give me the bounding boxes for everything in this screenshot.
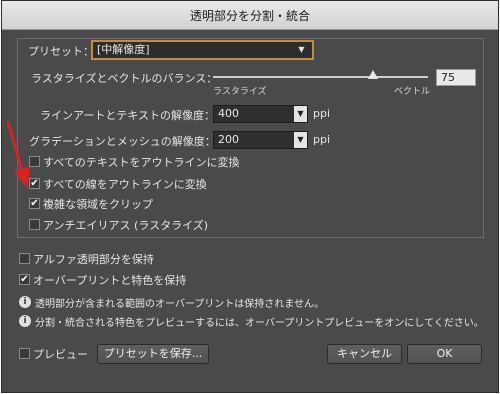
checkmark-icon: ✔: [20, 274, 29, 285]
annotation-arrow-head: [14, 167, 30, 188]
preset-dropdown[interactable]: [中解像度] ▼: [91, 40, 314, 60]
option-label-outline-text: すべてのテキストをアウトラインに変換: [43, 156, 240, 169]
slider-left-label: ラスタライズ: [213, 87, 267, 97]
checkbox-preserve-overprint[interactable]: ✔: [19, 274, 30, 285]
chevron-down-icon: ▼: [294, 106, 307, 122]
chevron-down-icon: ▼: [294, 132, 307, 148]
line-art-label: ラインアートとテキストの解像度：: [40, 109, 216, 122]
gradient-value: 200: [218, 133, 239, 146]
flatten-transparency-dialog: 透明部分を分割・統合 プリセット： [中解像度] ▼ ラスタライズとベクトルのバ…: [1, 0, 499, 393]
balance-value-input[interactable]: 75: [436, 69, 476, 86]
gradient-resolution-dropdown[interactable]: 200 ▼: [213, 131, 308, 149]
line-art-resolution-dropdown[interactable]: 400 ▼: [213, 105, 308, 123]
dialog-title: 透明部分を分割・統合: [2, 1, 498, 30]
info-message-2: 分割・統合される特色をプレビューするには、オーバープリントプレビューをオンにして…: [35, 318, 484, 329]
chevron-down-icon: ▼: [298, 45, 305, 54]
slider-right-label: ベクトル: [394, 87, 431, 97]
balance-slider-track[interactable]: [213, 76, 428, 78]
checkbox-antialias[interactable]: [29, 219, 40, 230]
checkbox-preserve-alpha[interactable]: [19, 253, 30, 264]
cancel-button[interactable]: キャンセル: [327, 344, 402, 364]
save-preset-button[interactable]: プリセットを保存...: [97, 344, 209, 364]
line-art-value: 400: [218, 107, 239, 120]
option-label-outline-strokes: すべての線をアウトラインに変換: [43, 178, 207, 191]
preset-value: [中解像度]: [97, 43, 150, 56]
preserve-overprint-label: オーバープリントと特色を保持: [33, 274, 187, 287]
info-icon: i: [19, 315, 31, 327]
option-label-antialias: アンチエイリアス (ラスタライズ): [43, 219, 209, 232]
line-art-unit: ppi: [313, 107, 331, 120]
annotation-arrow-shaft: [6, 121, 25, 176]
gradient-unit: ppi: [313, 133, 331, 146]
preview-label: プレビュー: [33, 348, 88, 361]
balance-slider-thumb[interactable]: [368, 70, 378, 79]
annotation-arrow-icon: [6, 121, 30, 188]
checkbox-preview[interactable]: [19, 348, 30, 359]
preserve-alpha-label: アルファ透明部分を保持: [33, 253, 154, 266]
ok-button[interactable]: OK: [407, 344, 482, 364]
info-icon: i: [19, 296, 31, 308]
info-message-1: 透明部分が含まれる範囲のオーバープリントは保持されません。: [35, 299, 324, 310]
